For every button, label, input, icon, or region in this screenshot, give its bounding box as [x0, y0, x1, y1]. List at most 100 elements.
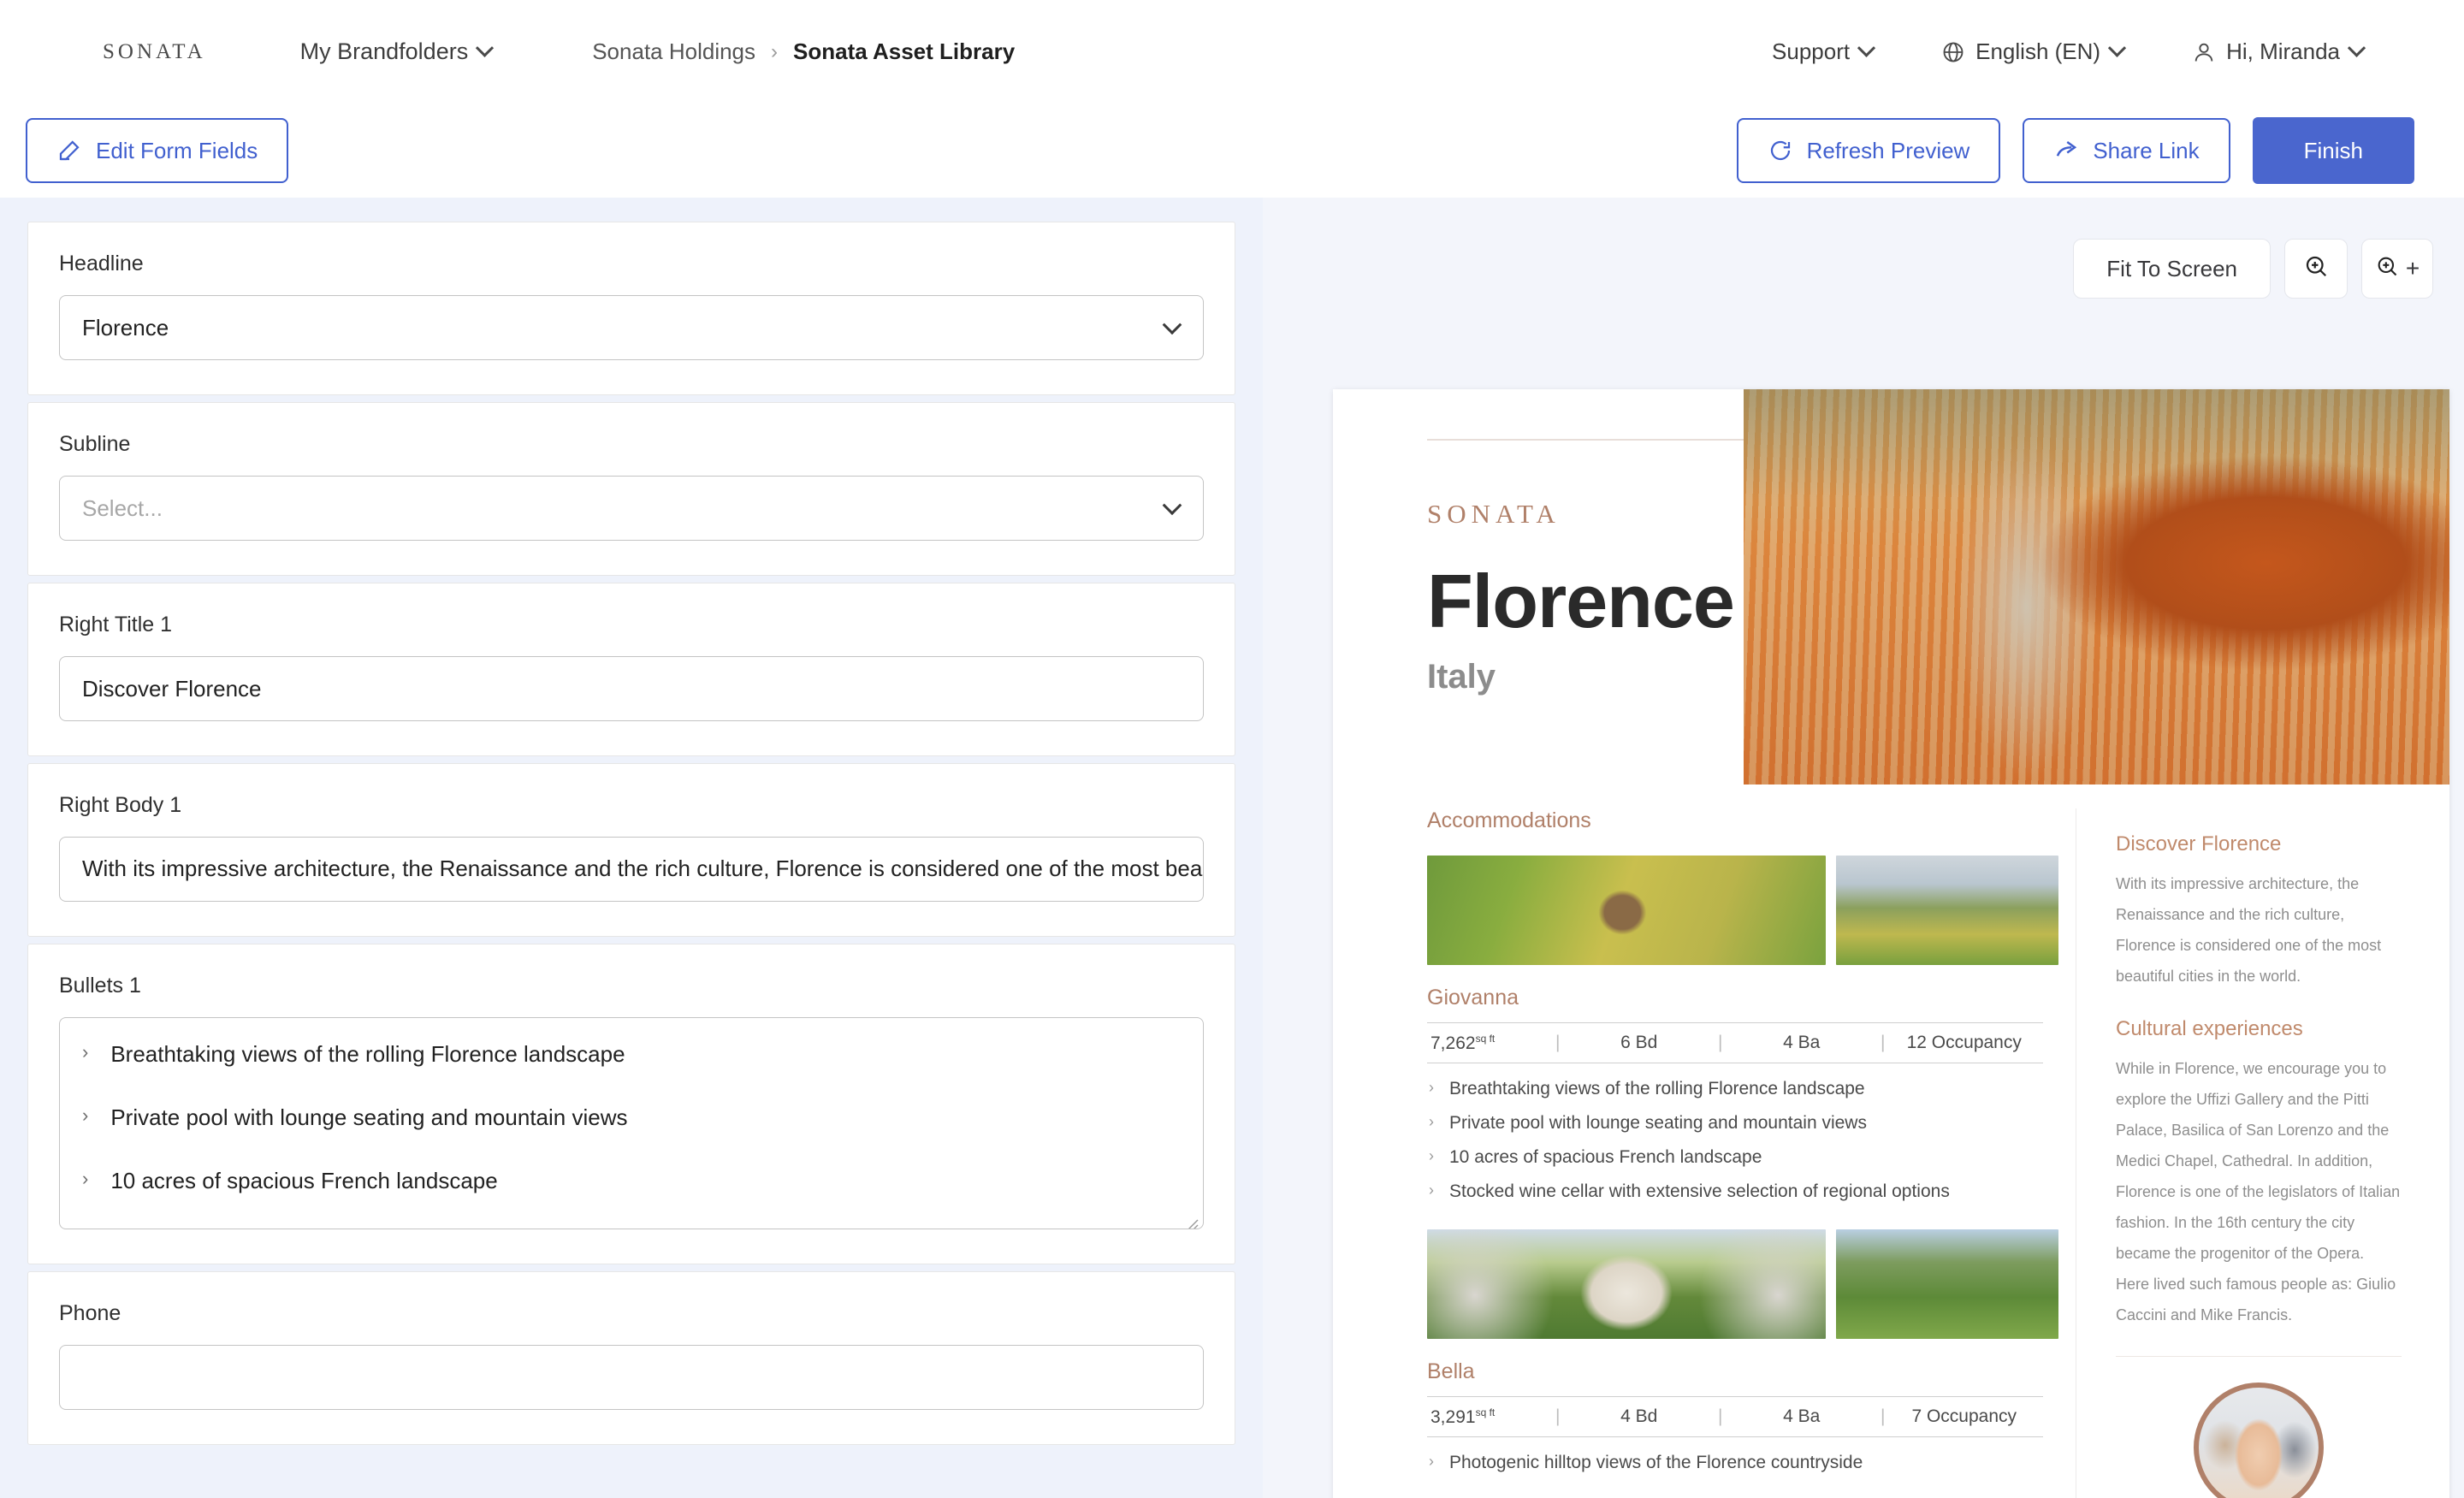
property-photo-primary — [1427, 1229, 1826, 1339]
bullet-line: › 10 acres of spacious French landscape — [82, 1167, 1181, 1196]
property-bullet-list: › Breathtaking views of the rolling Flore… — [1427, 1079, 2076, 1202]
globe-icon — [1941, 40, 1965, 64]
zoom-in-plus-label: + — [2405, 255, 2420, 281]
bullet-marker-icon: › — [1429, 1453, 1434, 1470]
user-menu[interactable]: Hi, Miranda — [2192, 38, 2366, 65]
phone-input[interactable] — [59, 1345, 1204, 1410]
property-photo-row — [1427, 1229, 2076, 1339]
property-baths: 4 Ba — [1783, 1033, 1821, 1052]
field-label: Right Title 1 — [59, 613, 173, 637]
document-subtitle: Italy — [1427, 658, 1496, 696]
discover-heading: Discover Florence — [2116, 832, 2282, 856]
bullet-text: 10 acres of spacious French landscape — [1449, 1147, 1762, 1167]
property-photo-row — [1427, 856, 2076, 965]
property-photo-secondary — [1836, 856, 2058, 965]
florence-duomo-hero-image — [1744, 389, 2449, 785]
document-body: Accommodations Giovanna 7,262sq ft | 6 B… — [1333, 785, 2449, 1498]
right-title-1-input[interactable]: Discover Florence — [59, 656, 1204, 721]
field-label: Headline — [59, 252, 144, 275]
concierge-photo — [2194, 1383, 2324, 1498]
my-brandfolders-label: My Brandfolders — [299, 38, 469, 64]
breadcrumb-current: Sonata Asset Library — [793, 38, 1016, 64]
bullets-1-textarea[interactable]: › Breathtaking views of the rolling Flor… — [59, 1017, 1204, 1229]
form-field-bullets-1: Bullets 1 › Breathtaking views of the ro… — [27, 944, 1235, 1264]
right-body-1-value: With its impressive architecture, the Re… — [82, 856, 1203, 882]
bullet-marker-icon: › — [1429, 1079, 1434, 1096]
property-spec-row: 7,262sq ft | 6 Bd | 4 Ba | 12 Occupancy — [1427, 1022, 2043, 1063]
top-navigation-bar: SONATA My Brandfolders Sonata Holdings ›… — [0, 0, 2464, 104]
document-hero: SONATA Florence Italy — [1333, 389, 2449, 785]
zoom-in-step-button[interactable]: + — [2361, 239, 2433, 299]
document-brand: SONATA — [1427, 499, 1561, 529]
property-bullet: › Stocked wine cellar with extensive sele… — [1429, 1181, 2076, 1202]
property-block-giovanna: Giovanna 7,262sq ft | 6 Bd | 4 Ba | 12 O… — [1427, 856, 2076, 1202]
property-sqft: 3,291sq ft — [1430, 1406, 1496, 1427]
edit-form-fields-label: Edit Form Fields — [96, 137, 258, 163]
refresh-preview-label: Refresh Preview — [1806, 137, 1970, 163]
cultural-body: While in Florence, we encourage you to e… — [2116, 1060, 2401, 1323]
bullet-line: › Breathtaking views of the rolling Flor… — [82, 1040, 1181, 1069]
property-photo-primary — [1427, 856, 1826, 965]
chevron-down-icon — [1162, 495, 1182, 516]
sonata-logo[interactable]: SONATA — [103, 40, 206, 64]
property-sqft: 7,262sq ft — [1430, 1032, 1496, 1053]
accommodations-heading: Accommodations — [1427, 808, 1591, 832]
bullet-text: Breathtaking views of the rolling Floren… — [1449, 1079, 1865, 1098]
share-link-button[interactable]: Share Link — [2023, 118, 2230, 183]
sidebar-divider — [2116, 1356, 2402, 1357]
fit-to-screen-button[interactable]: Fit To Screen — [2073, 239, 2271, 299]
finish-button[interactable]: Finish — [2252, 117, 2414, 184]
chevron-down-icon — [1162, 315, 1182, 335]
bullet-marker-icon: › — [1429, 1113, 1434, 1130]
language-label: English (EN) — [1975, 38, 2101, 64]
property-block-bella: Bella 3,291sq ft | 4 Bd | 4 Ba | 7 Occup… — [1427, 1229, 2076, 1473]
property-bullet: › Photogenic hilltop views of the Florenc… — [1429, 1453, 2076, 1473]
my-brandfolders-menu[interactable]: My Brandfolders — [299, 38, 495, 65]
discover-body: With its impressive architecture, the Re… — [2116, 875, 2382, 985]
textarea-resize-handle[interactable] — [1183, 1210, 1199, 1229]
document-title: Florence — [1427, 559, 1735, 643]
bullet-line: › Private pool with lounge seating and m… — [82, 1104, 1181, 1133]
bullet-text: Photogenic hilltop views of the Florence… — [1449, 1453, 1863, 1472]
top-navigation-right-group: Support English (EN) Hi, Miranda — [1772, 38, 2414, 65]
headline-value: Florence — [82, 314, 169, 340]
fit-to-screen-label: Fit To Screen — [2106, 255, 2237, 281]
bullet-text: Private pool with lounge seating and mou… — [1449, 1113, 1867, 1133]
bullet-text: Stocked wine cellar with extensive selec… — [1449, 1181, 1950, 1201]
breadcrumb-parent[interactable]: Sonata Holdings — [592, 38, 755, 65]
edit-form-fields-button[interactable]: Edit Form Fields — [26, 118, 289, 183]
property-beds: 6 Bd — [1620, 1033, 1658, 1052]
refresh-preview-button[interactable]: Refresh Preview — [1736, 118, 2001, 183]
bullet-text: 10 acres of spacious French landscape — [110, 1167, 498, 1193]
preview-panel: Fit To Screen + SONATA Florence Italy Ac… — [1263, 198, 2464, 1498]
form-panel[interactable]: Headline Florence Subline Select... Righ… — [0, 198, 1263, 1498]
right-body-1-input[interactable]: With its impressive architecture, the Re… — [59, 837, 1204, 902]
magnifier-plus-icon — [2303, 253, 2329, 285]
zoom-in-button[interactable] — [2284, 239, 2348, 299]
bullet-marker-icon: › — [1429, 1181, 1434, 1199]
form-field-phone: Phone — [27, 1271, 1235, 1445]
cultural-heading: Cultural experiences — [2116, 1017, 2303, 1040]
document-hero-text: SONATA Florence Italy — [1333, 389, 1744, 785]
support-menu[interactable]: Support — [1772, 38, 1876, 65]
bullet-marker-icon: › — [82, 1104, 89, 1126]
refresh-icon — [1768, 138, 1793, 163]
bullet-text: Breathtaking views of the rolling Floren… — [110, 1041, 625, 1067]
preview-zoom-toolbar: Fit To Screen + — [2073, 239, 2433, 299]
concierge-block: We're here to help Your personal concier… — [2116, 1383, 2402, 1498]
property-beds: 4 Bd — [1620, 1406, 1658, 1426]
property-photo-secondary — [1836, 1229, 2058, 1339]
language-menu[interactable]: English (EN) — [1941, 38, 2127, 65]
action-toolbar: Edit Form Fields Refresh Preview Share L… — [0, 104, 2464, 198]
headline-select[interactable]: Florence — [59, 295, 1204, 360]
form-field-headline: Headline Florence — [27, 222, 1235, 395]
bullet-marker-icon: › — [1429, 1147, 1434, 1164]
magnifier-plus-icon — [2375, 254, 2399, 284]
property-baths: 4 Ba — [1783, 1406, 1821, 1426]
property-bullet: › Breathtaking views of the rolling Flore… — [1429, 1079, 2076, 1099]
document-preview[interactable]: SONATA Florence Italy Accommodations Gio… — [1333, 389, 2449, 1498]
property-occupancy: 7 Occupancy — [1911, 1406, 2017, 1426]
field-label: Subline — [59, 432, 131, 456]
subline-select[interactable]: Select... — [59, 476, 1204, 541]
property-occupancy: 12 Occupancy — [1906, 1033, 2022, 1052]
